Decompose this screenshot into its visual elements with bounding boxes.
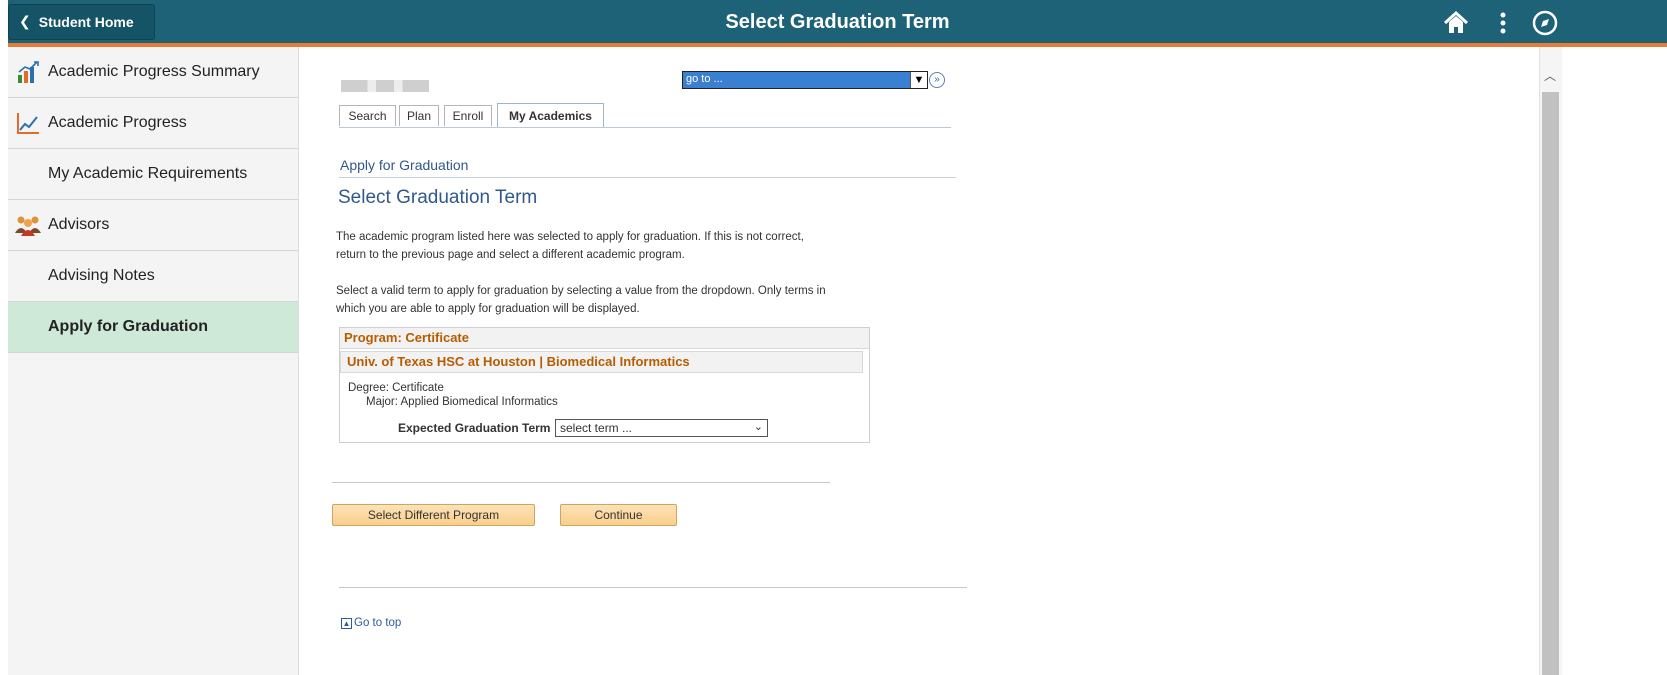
line-chart-icon xyxy=(8,111,48,135)
tab-enroll[interactable]: Enroll xyxy=(444,105,492,126)
graduation-term-select[interactable]: select term ... ⌄ xyxy=(555,419,768,437)
divider xyxy=(332,482,830,483)
continue-button[interactable]: Continue xyxy=(560,504,677,526)
goto-select[interactable]: go to ... ▼ xyxy=(682,71,928,89)
sidebar-item-label: Academic Progress xyxy=(48,114,187,131)
sidebar: Academic Progress Summary Academic Progr… xyxy=(8,47,299,675)
tab-bar: Search Plan Enroll My Academics xyxy=(339,103,951,128)
people-icon xyxy=(8,214,48,236)
instruction-line: The academic program listed here was sel… xyxy=(336,231,804,243)
sidebar-item-label: Apply for Graduation xyxy=(48,318,208,335)
sidebar-item-advisors[interactable]: Advisors xyxy=(8,200,298,251)
goto-go-button[interactable]: » xyxy=(929,72,945,88)
header-bar: ❮ Student Home Select Graduation Term xyxy=(8,0,1667,47)
degree-text: Degree: Certificate xyxy=(348,382,444,394)
breadcrumb: Apply for Graduation xyxy=(340,157,469,173)
compass-icon[interactable] xyxy=(1530,8,1560,38)
sidebar-item-label: Advisors xyxy=(48,216,110,233)
main-content: go to ... ▼ » Search Plan Enroll My Acad… xyxy=(299,47,1539,675)
sidebar-item-advising-notes[interactable]: Advising Notes xyxy=(8,251,298,302)
instruction-line: Select a valid term to apply for graduat… xyxy=(336,285,826,297)
graduation-term-value: select term ... xyxy=(560,421,633,435)
home-icon[interactable] xyxy=(1441,8,1471,38)
arrow-up-icon: ▲ xyxy=(341,618,352,629)
chevron-up-icon[interactable]: ︿ xyxy=(1544,67,1556,84)
divider xyxy=(339,587,967,588)
instruction-line: return to the previous page and select a… xyxy=(336,249,685,261)
goto-select-value: go to ... xyxy=(686,73,723,85)
program-panel: Program: Certificate Univ. of Texas HSC … xyxy=(339,327,870,443)
sidebar-item-label: Advising Notes xyxy=(48,267,155,284)
go-to-top-link[interactable]: ▲ Go to top xyxy=(341,617,401,629)
select-different-program-button[interactable]: Select Different Program xyxy=(332,504,535,526)
sidebar-item-academic-progress[interactable]: Academic Progress xyxy=(8,98,298,149)
program-header: Program: Certificate xyxy=(340,328,869,349)
chevron-left-icon: ❮ xyxy=(19,14,31,30)
page-title: Select Graduation Term xyxy=(338,187,538,208)
student-home-button[interactable]: ❮ Student Home xyxy=(8,4,155,40)
student-home-label: Student Home xyxy=(38,14,134,30)
bar-chart-icon xyxy=(8,60,48,84)
vertical-scrollbar[interactable]: ︿ xyxy=(1539,47,1562,675)
tab-my-academics[interactable]: My Academics xyxy=(497,103,604,127)
sidebar-item-label: Academic Progress Summary xyxy=(48,63,260,80)
sidebar-item-apply-for-graduation[interactable]: Apply for Graduation xyxy=(8,302,298,353)
more-vertical-icon[interactable] xyxy=(1488,8,1518,38)
sidebar-item-my-academic-requirements[interactable]: My Academic Requirements xyxy=(8,149,298,200)
sidebar-item-academic-progress-summary[interactable]: Academic Progress Summary xyxy=(8,47,298,98)
chevron-down-icon: ▼ xyxy=(910,72,927,88)
institution-header: Univ. of Texas HSC at Houston | Biomedic… xyxy=(340,351,863,373)
sidebar-item-label: My Academic Requirements xyxy=(48,165,248,182)
chevron-down-icon: ⌄ xyxy=(753,420,763,433)
tab-search[interactable]: Search xyxy=(339,105,396,126)
major-text: Major: Applied Biomedical Informatics xyxy=(366,396,558,408)
scrollbar-thumb[interactable] xyxy=(1542,92,1559,675)
tab-plan[interactable]: Plan xyxy=(399,105,439,126)
instruction-text-2: Select a valid term to apply for graduat… xyxy=(336,282,896,318)
expected-graduation-term-label: Expected Graduation Term xyxy=(398,421,551,435)
divider xyxy=(339,177,956,178)
student-name-blurred xyxy=(341,80,429,92)
instruction-text-1: The academic program listed here was sel… xyxy=(336,228,896,264)
go-to-top-label: Go to top xyxy=(354,617,402,629)
instruction-line: which you are able to apply for graduati… xyxy=(336,303,640,315)
page-header-title: Select Graduation Term xyxy=(725,11,950,33)
